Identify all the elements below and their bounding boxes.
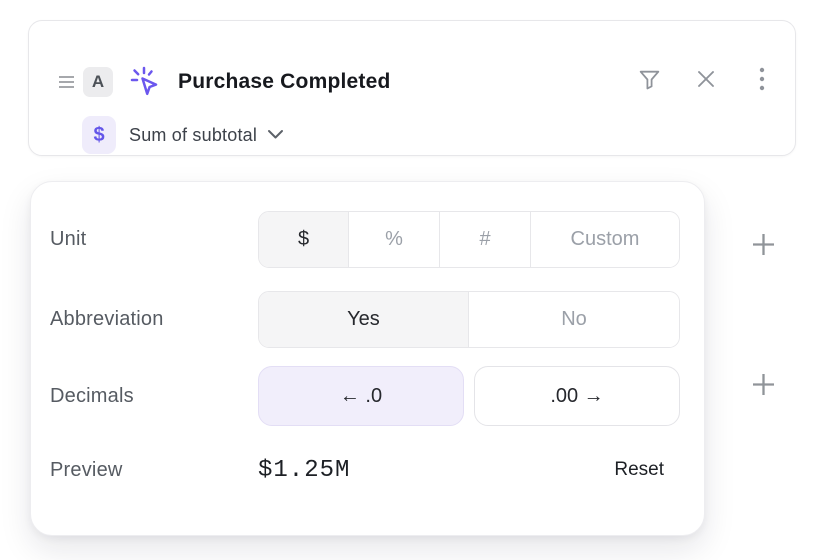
decimals-row: Decimals ← .0 .00 → xyxy=(50,366,681,426)
filter-icon xyxy=(637,67,662,95)
number-format-panel: Unit $ % # Custom Abbreviation Yes No De… xyxy=(30,181,705,536)
unit-option-percent[interactable]: % xyxy=(349,212,440,267)
filter-button[interactable] xyxy=(636,67,663,94)
preview-label: Preview xyxy=(50,459,258,482)
unit-option-custom[interactable]: Custom xyxy=(531,212,679,267)
add-event-button[interactable] xyxy=(748,371,778,401)
event-measure-row: $ Sum of subtotal xyxy=(82,115,284,155)
reset-button[interactable]: Reset xyxy=(614,459,664,481)
preview-value: $1.25M xyxy=(258,457,350,484)
abbreviation-option-no[interactable]: No xyxy=(469,292,679,347)
unit-option-number[interactable]: # xyxy=(440,212,531,267)
chevron-down-icon xyxy=(267,128,284,143)
kebab-menu-icon xyxy=(750,65,774,96)
drag-handle-icon[interactable] xyxy=(59,75,75,89)
metric-format-screen: A Purchase Completed xyxy=(0,0,826,560)
decimals-decrease-button[interactable]: ← .0 xyxy=(258,366,464,426)
event-letter-badge: A xyxy=(83,67,113,97)
unit-segmented-control: $ % # Custom xyxy=(258,211,680,268)
preview-row: Preview $1.25M Reset xyxy=(50,450,681,490)
event-title: Purchase Completed xyxy=(178,70,391,94)
measure-label: Sum of subtotal xyxy=(129,125,257,146)
click-cursor-icon xyxy=(128,64,162,100)
abbreviation-row: Abbreviation Yes No xyxy=(50,291,681,348)
decimals-controls: ← .0 .00 → xyxy=(258,366,680,426)
plus-icon xyxy=(750,371,777,401)
event-card-actions xyxy=(636,67,775,94)
more-options-button[interactable] xyxy=(748,67,775,94)
close-icon xyxy=(694,67,718,94)
decimals-increase-button[interactable]: .00 → xyxy=(474,366,680,426)
unit-option-dollar[interactable]: $ xyxy=(259,212,349,267)
abbreviation-label: Abbreviation xyxy=(50,308,258,331)
unit-label: Unit xyxy=(50,228,258,251)
decimals-label: Decimals xyxy=(50,385,258,408)
event-card: A Purchase Completed xyxy=(28,20,796,156)
abbreviation-option-yes[interactable]: Yes xyxy=(259,292,469,347)
unit-row: Unit $ % # Custom xyxy=(50,211,681,268)
add-filter-button[interactable] xyxy=(748,231,778,261)
event-card-header: A Purchase Completed xyxy=(59,65,391,99)
close-button[interactable] xyxy=(692,67,719,94)
plus-icon xyxy=(750,231,777,261)
measure-selector[interactable]: Sum of subtotal xyxy=(129,125,284,146)
dollar-badge: $ xyxy=(82,116,116,154)
abbreviation-segmented-control: Yes No xyxy=(258,291,680,348)
